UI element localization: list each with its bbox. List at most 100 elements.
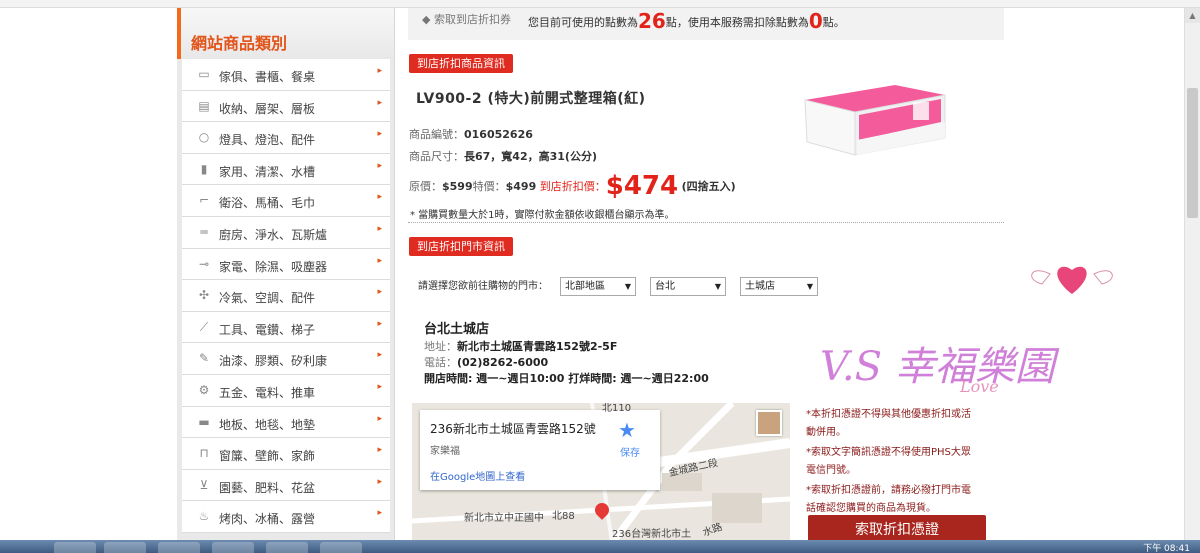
sidebar-category-item[interactable]: ⊓ 窗簾、壁飾、家飾 ▸ bbox=[182, 438, 390, 470]
storage-icon: ▤ bbox=[198, 98, 210, 113]
watermark-logo: V.S 幸福樂園 Love bbox=[810, 260, 1190, 400]
coupon-tag[interactable]: ◆ 索取到店折扣券 bbox=[422, 11, 511, 27]
avatar[interactable] bbox=[756, 410, 782, 436]
sidebar-category-item[interactable]: ▬ 地板、地毯、地墊 ▸ bbox=[182, 406, 390, 439]
product-size: 商品尺寸：長67，寬42，高31(公分) bbox=[409, 150, 597, 163]
sidebar-category-item[interactable]: ▤ 收納、層架、層板 ▸ bbox=[182, 90, 390, 123]
sidebar-category-label: 傢俱、書櫃、餐桌 bbox=[219, 70, 316, 84]
product-info-tab[interactable]: 到店折扣商品資訊 bbox=[409, 54, 513, 73]
plant-pot-icon: ⊻ bbox=[199, 477, 209, 492]
lightbulb-icon: ○ bbox=[198, 130, 210, 145]
note-line: 動併用。 bbox=[806, 427, 846, 438]
store-name: 台北土城店 bbox=[424, 322, 490, 337]
chevron-right-icon: ▸ bbox=[377, 223, 382, 234]
note-line: *索取折扣憑證前，請務必撥打門市電 bbox=[806, 485, 971, 496]
sidebar-category-item[interactable]: ⟋ 工具、電鑽、梯子 ▸ bbox=[182, 311, 390, 344]
sidebar-category-item[interactable]: ✣ 冷氣、空調、配件 ▸ bbox=[182, 280, 390, 312]
view-google-maps-link[interactable]: 在Google地圖上查看 bbox=[430, 468, 525, 483]
taskbar-app[interactable] bbox=[54, 542, 96, 553]
sidebar-category-label: 家用、清潔、水槽 bbox=[219, 164, 316, 179]
sidebar-category-label: 燈具、燈泡、配件 bbox=[219, 133, 316, 148]
chevron-right-icon: ▸ bbox=[377, 381, 382, 392]
os-taskbar: 下午 08:41 bbox=[0, 540, 1200, 553]
sidebar-category-item[interactable]: ═ 廚房、淨水、瓦斯爐 ▸ bbox=[182, 216, 390, 249]
watermark-script: Love bbox=[959, 377, 999, 396]
chevron-right-icon: ▸ bbox=[377, 350, 382, 361]
points-bar: ◆ 索取到店折扣券 您目前可使用的點數為26點，使用本服務需扣除點數為0點。 bbox=[408, 8, 1004, 40]
chevron-right-icon: ▸ bbox=[377, 318, 382, 329]
note-line: 話確認您購買的商品為現貨。 bbox=[806, 503, 936, 514]
chevron-right-icon: ▸ bbox=[377, 255, 382, 266]
chevron-right-icon: ▸ bbox=[377, 508, 382, 519]
chevron-right-icon: ▸ bbox=[377, 97, 382, 108]
sidebar-category-label: 五金、電料、推車 bbox=[219, 385, 316, 400]
sidebar-category-item[interactable]: ▮ 家用、清潔、水槽 ▸ bbox=[182, 153, 390, 186]
discount-price: $474 bbox=[605, 171, 679, 201]
paint-brush-icon: ✎ bbox=[198, 351, 210, 366]
sidebar-category-item[interactable]: ⊸ 家電、除濕、吸塵器 ▸ bbox=[182, 248, 390, 281]
curtain-icon: ⊓ bbox=[199, 446, 209, 461]
note-line: 電信門號。 bbox=[806, 465, 856, 476]
gear-icon: ⚙ bbox=[198, 382, 210, 397]
store-info-tab[interactable]: 到店折扣門市資訊 bbox=[409, 237, 513, 256]
sidebar-category-label: 烤肉、冰桶、露營 bbox=[219, 512, 316, 527]
sidebar-title: 網站商品類別 bbox=[191, 34, 288, 53]
store-address: 地址：新北市土城區青雲路152號2-5F bbox=[424, 340, 618, 353]
sidebar-category-item[interactable]: ⚙ 五金、電料、推車 ▸ bbox=[182, 374, 390, 407]
map-card-address: 236新北市土城區青雲路152號 bbox=[430, 422, 596, 436]
sidebar-category-label: 園藝、肥料、花盆 bbox=[219, 480, 316, 495]
furniture-icon: ▭ bbox=[198, 67, 210, 81]
watermark-text: V.S 幸福樂園 bbox=[820, 344, 1060, 390]
spray-bottle-icon: ▮ bbox=[200, 161, 208, 176]
map-save-label[interactable]: 保存 bbox=[620, 444, 640, 459]
sidebar-category-label: 油漆、膠類、矽利康 bbox=[219, 354, 328, 369]
sidebar-category-label: 收納、層架、層板 bbox=[219, 101, 316, 116]
sidebar-category-item[interactable]: ▭ 傢俱、書櫃、餐桌 ▸ bbox=[182, 59, 390, 91]
taskbar-app[interactable] bbox=[158, 542, 200, 553]
store-hours: 開店時間: 週一~週日10:00 打烊時間: 週一~週日22:00 bbox=[424, 372, 709, 385]
wrench-icon: ⟋ bbox=[199, 319, 209, 334]
store-select-prompt: 請選擇您欲前往購物的門市： bbox=[418, 281, 548, 292]
sidebar-category-label: 衛浴、馬桶、毛巾 bbox=[219, 196, 316, 211]
chevron-right-icon: ▸ bbox=[377, 66, 382, 76]
taskbar-app[interactable] bbox=[104, 542, 146, 553]
bbq-icon: ♨ bbox=[198, 509, 210, 524]
plug-icon: ⊸ bbox=[198, 256, 210, 271]
points-required: 0 bbox=[808, 9, 823, 33]
page-scrollbar[interactable]: ▲ bbox=[1184, 8, 1200, 540]
sidebar-category-label: 窗簾、壁飾、家飾 bbox=[219, 449, 316, 464]
taskbar-app[interactable] bbox=[212, 542, 254, 553]
chevron-right-icon: ▸ bbox=[377, 287, 382, 298]
chevron-right-icon: ▸ bbox=[377, 413, 382, 424]
city-select[interactable]: 台北 ▼ bbox=[650, 277, 726, 296]
scroll-up-icon[interactable]: ▲ bbox=[1185, 8, 1200, 23]
sidebar-category-label: 地板、地毯、地墊 bbox=[219, 417, 316, 432]
map-card-place: 家樂福 bbox=[430, 446, 460, 457]
product-price: 原價：$599特價：$499 到店折扣價：$474 (四捨五入) bbox=[409, 171, 736, 201]
points-available: 26 bbox=[638, 9, 666, 33]
store-map[interactable]: 236新北市土城區青雲路152號 家樂福 在Google地圖上查看 ★ 保存 金… bbox=[412, 403, 790, 543]
product-title: LV900-2 (特大)前開式整理箱(紅) bbox=[416, 91, 646, 107]
chevron-right-icon: ▸ bbox=[377, 445, 382, 456]
sidebar-category-item[interactable]: ⊻ 園藝、肥料、花盆 ▸ bbox=[182, 469, 390, 502]
chevron-right-icon: ▸ bbox=[377, 129, 382, 140]
region-select[interactable]: 北部地區 ▼ bbox=[560, 277, 636, 296]
chevron-right-icon: ▸ bbox=[377, 192, 382, 203]
note-line: *索取文字簡訊憑證不得使用PHS大眾 bbox=[806, 447, 971, 458]
divider bbox=[408, 222, 1004, 223]
toilet-icon: ⌐ bbox=[198, 193, 210, 208]
map-label: 新北市立中正國中 bbox=[464, 513, 544, 524]
sidebar-category-item[interactable]: ♨ 烤肉、冰桶、露營 ▸ bbox=[182, 501, 390, 533]
sidebar-category-item[interactable]: ✎ 油漆、膠類、矽利康 ▸ bbox=[182, 343, 390, 375]
sidebar-category-label: 廚房、淨水、瓦斯爐 bbox=[219, 227, 328, 242]
sidebar-category-label: 冷氣、空調、配件 bbox=[219, 291, 316, 306]
scroll-thumb[interactable] bbox=[1187, 88, 1198, 218]
category-list: ▭ 傢俱、書櫃、餐桌 ▸ ▤ 收納、層架、層板 ▸ ○ 燈具、燈泡、配件 ▸ ▮ 家用、清潔、水槽 ▸… bbox=[182, 59, 394, 533]
branch-select[interactable]: 土城店 ▼ bbox=[740, 277, 818, 296]
points-message: 您目前可使用的點數為26點，使用本服務需扣除點數為0點。 bbox=[528, 9, 845, 33]
save-star-icon[interactable]: ★ bbox=[618, 418, 636, 442]
taskbar-app[interactable] bbox=[320, 542, 362, 553]
sidebar-category-item[interactable]: ⌐ 衛浴、馬桶、毛巾 ▸ bbox=[182, 185, 390, 217]
taskbar-app[interactable] bbox=[266, 542, 308, 553]
sidebar-category-item[interactable]: ○ 燈具、燈泡、配件 ▸ bbox=[182, 122, 390, 154]
